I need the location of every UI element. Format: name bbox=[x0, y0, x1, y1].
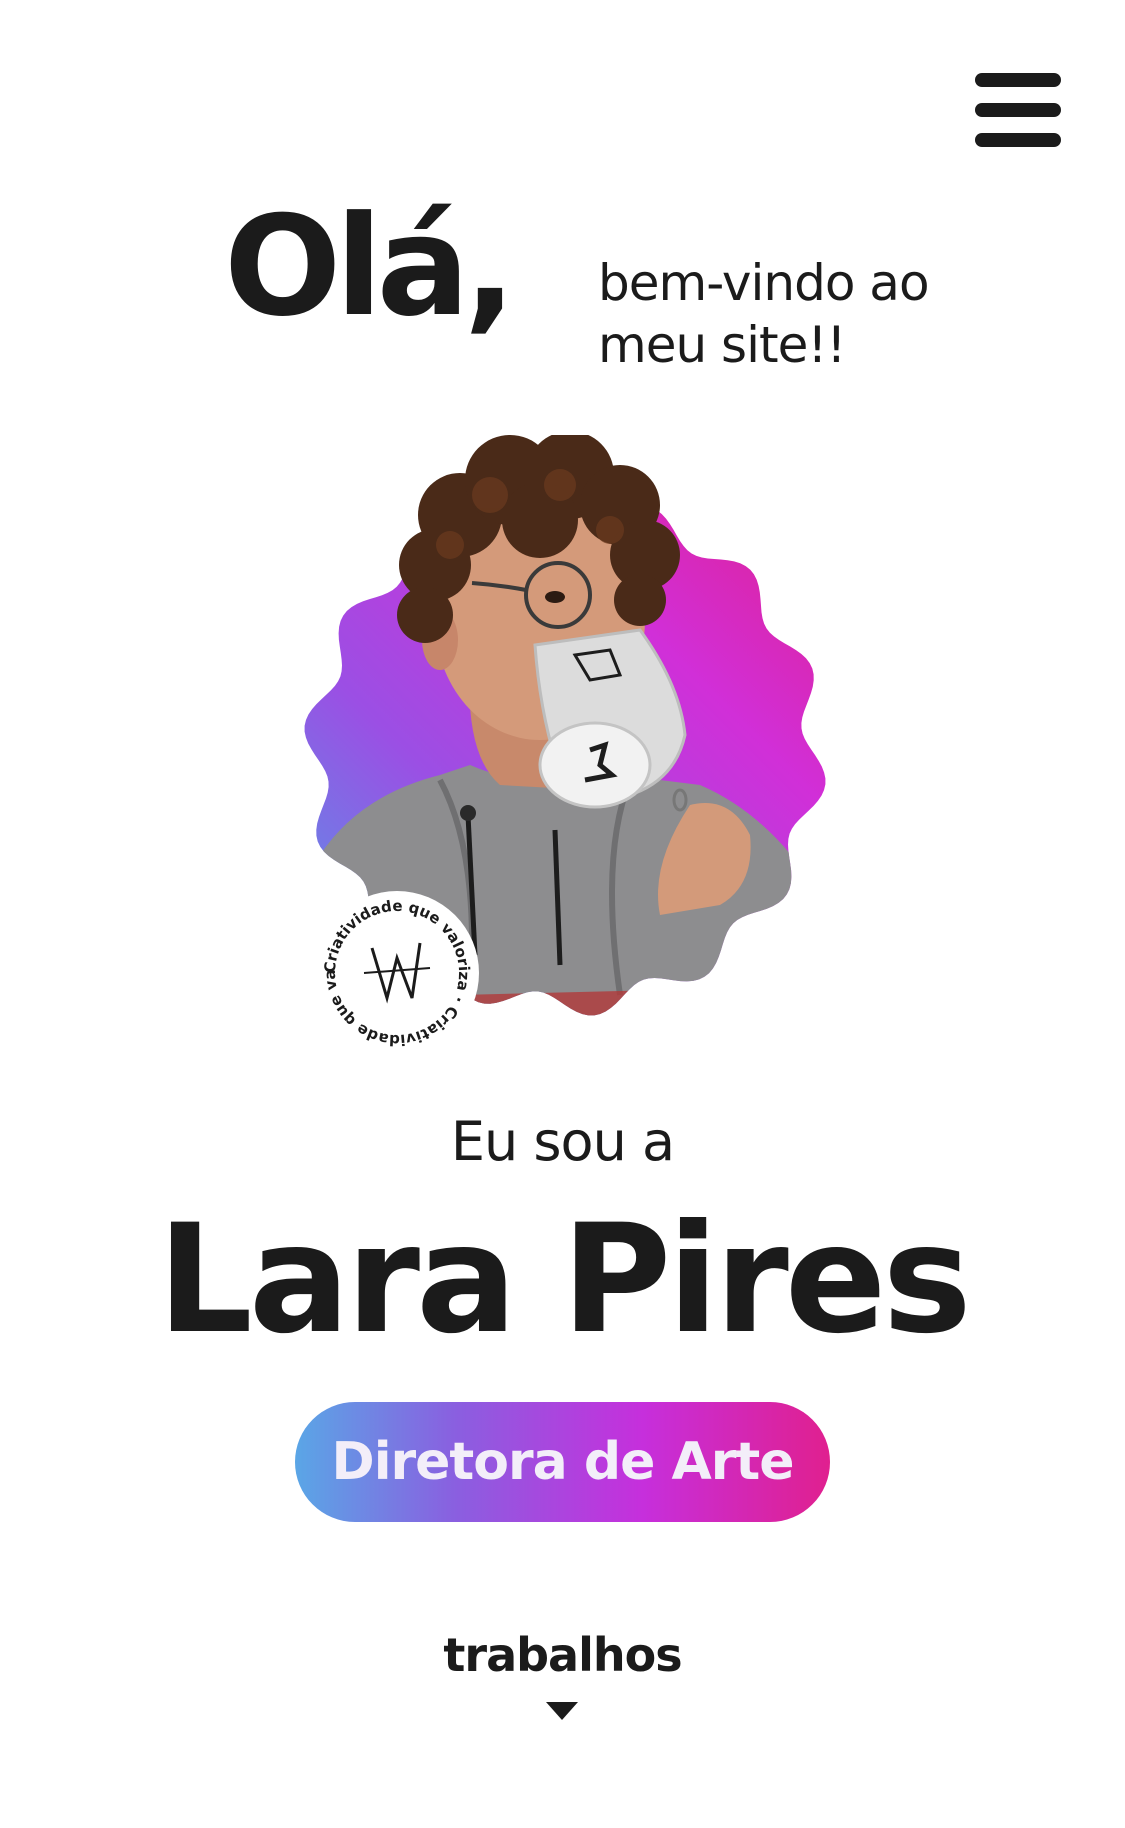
brand-stamp: Criatividade que valoriza · Criatividade… bbox=[307, 874, 482, 1058]
name-title: Lara Pires bbox=[157, 1193, 972, 1367]
greeting-title: Olá, bbox=[224, 186, 516, 347]
role-badge[interactable]: Diretora de Arte bbox=[295, 1402, 830, 1522]
role-label: Diretora de Arte bbox=[331, 1432, 795, 1492]
intro-line: Eu sou a bbox=[450, 1110, 675, 1173]
caret-down-icon[interactable] bbox=[546, 1702, 578, 1720]
works-label: trabalhos bbox=[443, 1628, 682, 1682]
hamburger-menu-icon-bar bbox=[975, 103, 1061, 117]
hamburger-menu-icon-bar bbox=[975, 133, 1061, 147]
greeting-subtitle-line1: bem-vindo ao bbox=[598, 254, 930, 312]
brand-logo-icon: Criatividade que valoriza · Criatividade… bbox=[307, 874, 479, 1055]
greeting-subtitle-line2: meu site!! bbox=[598, 316, 846, 374]
hamburger-menu-icon bbox=[975, 73, 1061, 87]
greeting-subtitle: bem-vindo ao meu site!! bbox=[598, 252, 958, 376]
menu-button[interactable] bbox=[975, 70, 1061, 150]
works-link[interactable]: trabalhos bbox=[0, 1625, 1125, 1685]
